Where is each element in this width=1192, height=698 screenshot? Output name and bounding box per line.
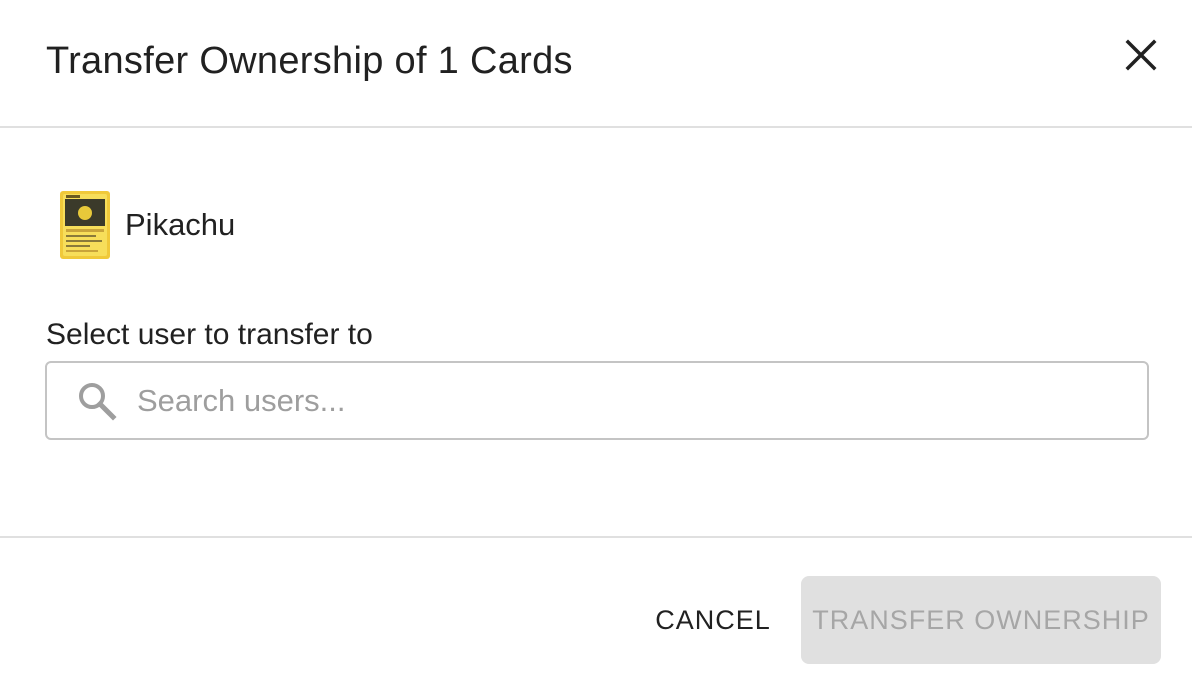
dialog-header: Transfer Ownership of 1 Cards bbox=[0, 0, 1192, 128]
close-button[interactable] bbox=[1118, 32, 1164, 78]
user-search-input[interactable] bbox=[137, 363, 1127, 438]
dialog-content: Pikachu Select user to transfer to bbox=[0, 128, 1192, 536]
user-search-box[interactable] bbox=[45, 361, 1149, 440]
transfer-field-label: Select user to transfer to bbox=[46, 318, 373, 351]
dialog-title: Transfer Ownership of 1 Cards bbox=[46, 40, 573, 82]
card-name: Pikachu bbox=[125, 207, 236, 242]
transfer-ownership-dialog: Transfer Ownership of 1 Cards Pikachu Se… bbox=[0, 0, 1192, 698]
card-thumbnail bbox=[60, 191, 110, 259]
dialog-footer: CANCEL TRANSFER OWNERSHIP bbox=[0, 536, 1192, 698]
close-icon bbox=[1125, 39, 1157, 71]
cancel-button[interactable]: CANCEL bbox=[640, 576, 786, 664]
selected-card-item: Pikachu bbox=[60, 190, 235, 260]
search-icon bbox=[79, 383, 117, 421]
transfer-ownership-button[interactable]: TRANSFER OWNERSHIP bbox=[801, 576, 1161, 664]
